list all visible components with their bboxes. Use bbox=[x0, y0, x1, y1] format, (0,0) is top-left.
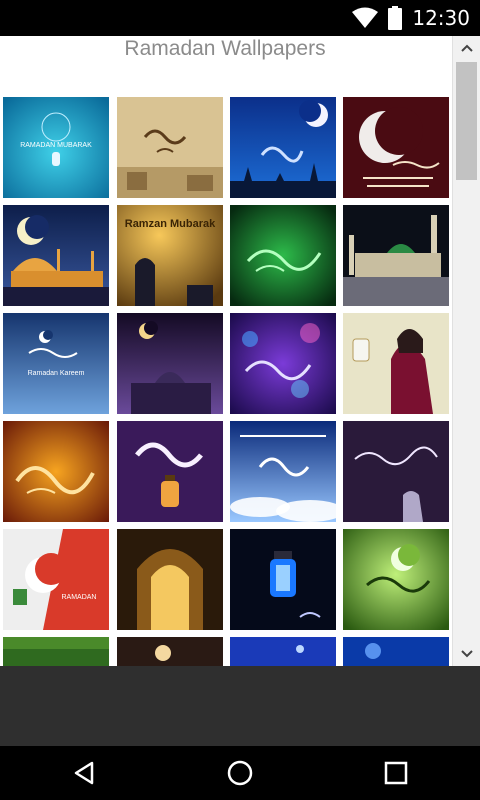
wallpaper-mosque-moon-night[interactable] bbox=[3, 205, 109, 306]
chevron-down-icon bbox=[460, 650, 473, 658]
wallpaper-ramadan-mubarak-lantern[interactable]: RAMADAN MUBARAK bbox=[3, 97, 109, 198]
chevron-up-icon bbox=[460, 44, 473, 52]
wallpaper-girl-with-lantern[interactable] bbox=[343, 313, 449, 414]
app-content: Ramadan Wallpapers RAMADAN MUBARAK Ramza… bbox=[0, 36, 480, 666]
wallpaper-muhammad-clouds[interactable] bbox=[230, 421, 336, 522]
navigation-bar bbox=[0, 746, 480, 800]
page-title: Ramadan Wallpapers bbox=[124, 37, 326, 60]
wallpaper-ramadan-kareem-lantern-purple[interactable] bbox=[117, 421, 223, 522]
wallpaper-blue-stars-partial[interactable] bbox=[230, 637, 336, 666]
wallpaper-blue-glow-partial[interactable] bbox=[343, 637, 449, 666]
wallpaper-lantern-partial[interactable] bbox=[117, 637, 223, 666]
scrollbar[interactable] bbox=[452, 36, 480, 666]
wallpaper-ramadan-kareem-blue[interactable]: Ramadan Kareem bbox=[3, 313, 109, 414]
wallpaper-crescent-blue-night[interactable] bbox=[230, 97, 336, 198]
wallpaper-ramadan-red-white[interactable]: RAMADAN bbox=[3, 529, 109, 630]
scroll-up-button[interactable] bbox=[453, 36, 480, 60]
back-icon bbox=[74, 761, 94, 785]
wallpaper-praying-man-purple[interactable] bbox=[343, 421, 449, 522]
wallpaper-arched-doorway[interactable] bbox=[117, 529, 223, 630]
home-button[interactable] bbox=[200, 746, 280, 800]
home-icon bbox=[227, 760, 253, 786]
status-time: 12:30 bbox=[412, 6, 470, 30]
wallpaper-ramzan-mubarak-prayer[interactable]: Ramzan Mubarak bbox=[117, 205, 223, 306]
ad-banner-area bbox=[0, 666, 480, 746]
wallpaper-green-calligraphy[interactable] bbox=[230, 205, 336, 306]
wallpaper-calligraphy-parchment[interactable] bbox=[117, 97, 223, 198]
wallpaper-bokeh-calligraphy[interactable] bbox=[230, 313, 336, 414]
wallpaper-mosque-night-green-dome[interactable] bbox=[343, 205, 449, 306]
tile-caption: RAMADAN MUBARAK bbox=[20, 142, 92, 149]
status-bar: 12:30 bbox=[0, 0, 480, 36]
scrollbar-thumb[interactable] bbox=[456, 62, 477, 180]
recents-icon bbox=[384, 761, 408, 785]
tile-caption: Ramadan Kareem bbox=[28, 370, 85, 377]
recents-button[interactable] bbox=[356, 746, 436, 800]
wallpaper-green-crescent-calligraphy[interactable] bbox=[343, 529, 449, 630]
tile-caption: RAMADAN bbox=[61, 594, 96, 601]
back-button[interactable] bbox=[44, 746, 124, 800]
wallpaper-crescent-dark-red[interactable] bbox=[343, 97, 449, 198]
scroll-down-button[interactable] bbox=[453, 642, 480, 666]
wallpaper-green-partial[interactable] bbox=[3, 637, 109, 666]
wallpaper-orange-calligraphy[interactable] bbox=[3, 421, 109, 522]
tile-caption: Ramzan Mubarak bbox=[125, 218, 216, 230]
battery-icon bbox=[388, 6, 403, 30]
wifi-icon bbox=[352, 7, 379, 28]
wallpaper-ramadan-mubarak-purple[interactable] bbox=[117, 313, 223, 414]
wallpaper-blue-lantern[interactable] bbox=[230, 529, 336, 630]
status-icons: 12:30 bbox=[352, 0, 470, 36]
